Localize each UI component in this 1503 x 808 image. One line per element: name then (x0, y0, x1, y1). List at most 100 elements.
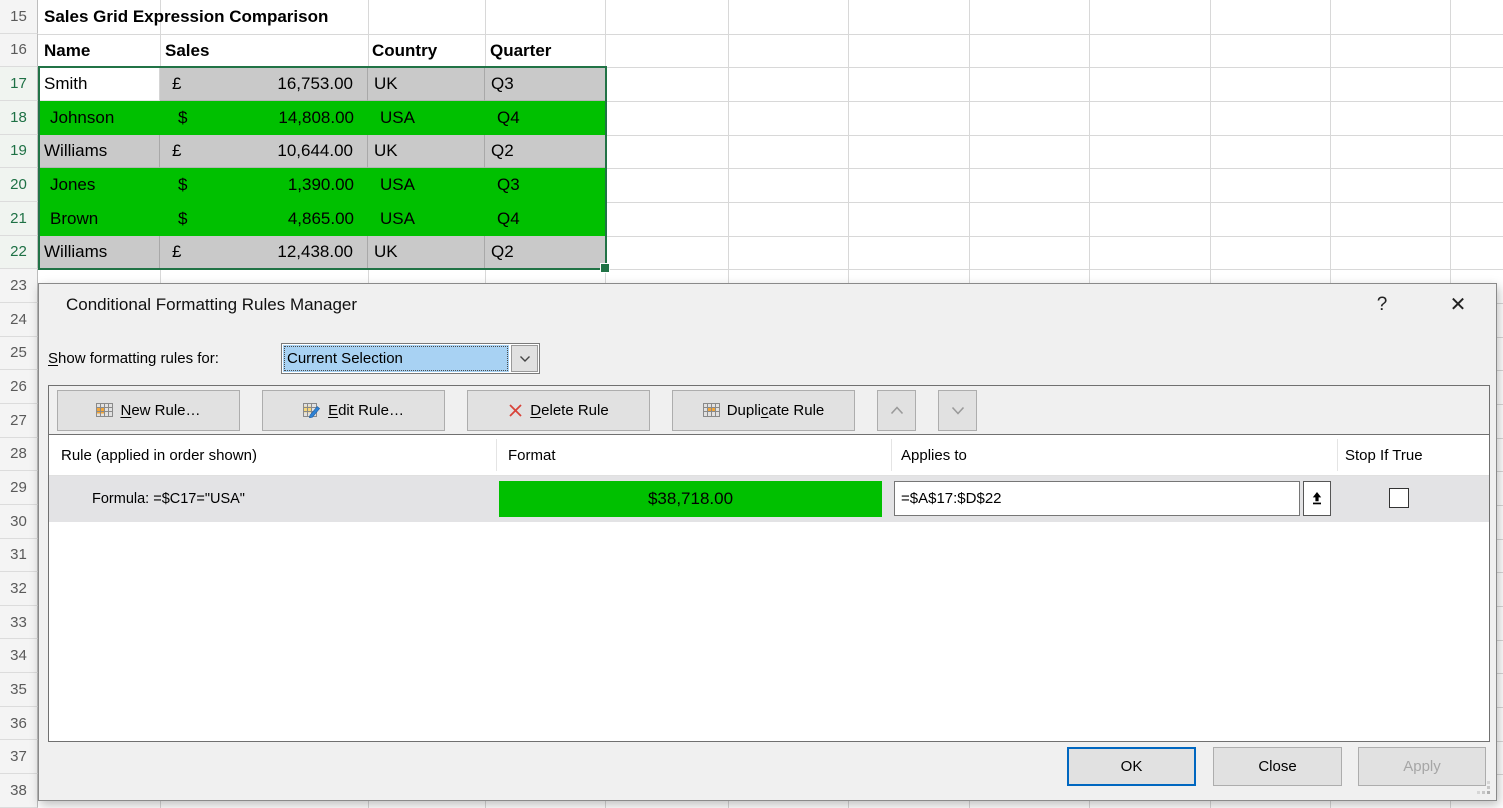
row-header-18[interactable]: 18 (0, 101, 38, 135)
chevron-down-icon (519, 355, 531, 363)
cell-B20[interactable]: $1,390.00 (160, 168, 368, 202)
row-header-19[interactable]: 19 (0, 135, 38, 169)
ok-button[interactable]: OK (1067, 747, 1196, 786)
sheet-row-22: Williams£12,438.00UKQ2 (38, 236, 605, 270)
stop-if-true-checkbox[interactable] (1389, 488, 1409, 508)
rules-list-header: Rule (applied in order shown) Format App… (49, 435, 1489, 476)
apply-button: Apply (1358, 747, 1486, 786)
cell-A19[interactable]: Williams (38, 135, 160, 169)
cell-C17[interactable]: UK (368, 67, 485, 101)
sheet-row-18: Johnson$14,808.00USAQ4 (38, 101, 605, 135)
scope-dropdown-value[interactable]: Current Selection (283, 345, 509, 372)
cell-B22[interactable]: £12,438.00 (160, 236, 368, 270)
row-header-27[interactable]: 27 (0, 404, 38, 438)
cell-C21[interactable]: USA (368, 202, 485, 236)
row-header-17[interactable]: 17 (0, 67, 38, 101)
row-header-20[interactable]: 20 (0, 168, 38, 202)
row-header-25[interactable]: 25 (0, 337, 38, 371)
edit-rule-icon (303, 402, 321, 418)
row-header-36[interactable]: 36 (0, 707, 38, 741)
new-rule-icon (96, 402, 113, 418)
cell-C19[interactable]: UK (368, 135, 485, 169)
cell-A21[interactable]: Brown (38, 202, 160, 236)
cell-A17[interactable]: Smith (38, 67, 160, 101)
header-applies-to: Applies to (901, 435, 967, 475)
sheet-title-row: Sales Grid Expression Comparison (38, 0, 328, 34)
cell-C22[interactable]: UK (368, 236, 485, 270)
cell-A20[interactable]: Jones (38, 168, 160, 202)
new-rule-button[interactable]: New Rule… (57, 390, 240, 431)
scope-dropdown[interactable]: Current Selection (281, 343, 540, 374)
close-button[interactable]: Close (1213, 747, 1342, 786)
cell-D22[interactable]: Q2 (485, 236, 605, 270)
header-format: Format (508, 435, 556, 475)
row-header-31[interactable]: 31 (0, 539, 38, 573)
new-rule-label: New Rule… (120, 402, 200, 419)
row-header-33[interactable]: 33 (0, 606, 38, 640)
chevron-up-icon (890, 406, 904, 415)
row-header-38[interactable]: 38 (0, 774, 38, 808)
row-header-26[interactable]: 26 (0, 370, 38, 404)
col-header-quarter[interactable]: Quarter (490, 34, 551, 68)
edit-rule-label: Edit Rule… (328, 402, 404, 419)
move-rule-up-button[interactable] (877, 390, 916, 431)
scope-dropdown-button[interactable] (511, 345, 538, 372)
sheet-row-20: Jones$1,390.00USAQ3 (38, 168, 605, 202)
range-picker-icon (1310, 491, 1324, 506)
show-rules-label: Show formatting rules for: (48, 350, 219, 367)
row-header-16[interactable]: 16 (0, 34, 38, 68)
cell-D21[interactable]: Q4 (485, 202, 605, 236)
cell-D17[interactable]: Q3 (485, 67, 605, 101)
row-header-30[interactable]: 30 (0, 505, 38, 539)
row-header-23[interactable]: 23 (0, 269, 38, 303)
collapse-dialog-button[interactable] (1303, 481, 1331, 516)
rule-row[interactable]: Formula: =$C17="USA" $38,718.00 =$A$17:$… (49, 476, 1489, 522)
row-header-34[interactable]: 34 (0, 639, 38, 673)
cell-C18[interactable]: USA (368, 101, 485, 135)
cell-B21[interactable]: $4,865.00 (160, 202, 368, 236)
cell-D19[interactable]: Q2 (485, 135, 605, 169)
resize-grip[interactable] (1477, 781, 1491, 795)
sheet-title: Sales Grid Expression Comparison (38, 7, 328, 27)
row-header-37[interactable]: 37 (0, 740, 38, 774)
cell-D18[interactable]: Q4 (485, 101, 605, 135)
rule-description: Formula: =$C17="USA" (92, 476, 245, 522)
cell-C20[interactable]: USA (368, 168, 485, 202)
row-header-35[interactable]: 35 (0, 673, 38, 707)
rule-format-preview: $38,718.00 (499, 481, 882, 517)
chevron-down-icon (951, 406, 965, 415)
row-header-29[interactable]: 29 (0, 471, 38, 505)
duplicate-rule-button[interactable]: Duplicate Rule (672, 390, 855, 431)
cell-B18[interactable]: $14,808.00 (160, 101, 368, 135)
header-separator (1337, 439, 1338, 471)
row-header-32[interactable]: 32 (0, 572, 38, 606)
sheet-row-17: Smith£16,753.00UKQ3 (38, 67, 605, 101)
row-header-24[interactable]: 24 (0, 303, 38, 337)
cell-A18[interactable]: Johnson (38, 101, 160, 135)
cell-D20[interactable]: Q3 (485, 168, 605, 202)
edit-rule-button[interactable]: Edit Rule… (262, 390, 445, 431)
delete-rule-label: Delete Rule (530, 402, 608, 419)
row-header-15[interactable]: 15 (0, 0, 38, 34)
close-icon[interactable]: ✕ (1443, 290, 1473, 318)
row-header-22[interactable]: 22 (0, 236, 38, 270)
row-header-21[interactable]: 21 (0, 202, 38, 236)
delete-rule-button[interactable]: Delete Rule (467, 390, 650, 431)
duplicate-rule-icon (703, 402, 720, 418)
col-header-country[interactable]: Country (372, 34, 437, 68)
sheet-row-19: Williams£10,644.00UKQ2 (38, 135, 605, 169)
cell-B17[interactable]: £16,753.00 (160, 67, 368, 101)
header-separator (496, 439, 497, 471)
help-icon[interactable]: ? (1369, 292, 1395, 318)
row-header-28[interactable]: 28 (0, 438, 38, 472)
move-rule-down-button[interactable] (938, 390, 977, 431)
cell-A22[interactable]: Williams (38, 236, 160, 270)
applies-to-input[interactable]: =$A$17:$D$22 (894, 481, 1300, 516)
header-rule: Rule (applied in order shown) (61, 435, 257, 475)
rules-toolbar: New Rule… Edit Rule… (49, 386, 1489, 435)
cell-B19[interactable]: £10,644.00 (160, 135, 368, 169)
col-header-name[interactable]: Name (44, 34, 90, 68)
col-header-sales[interactable]: Sales (165, 34, 209, 68)
cf-rules-manager-dialog: Conditional Formatting Rules Manager ? ✕… (38, 283, 1497, 801)
dialog-title: Conditional Formatting Rules Manager (66, 295, 357, 315)
